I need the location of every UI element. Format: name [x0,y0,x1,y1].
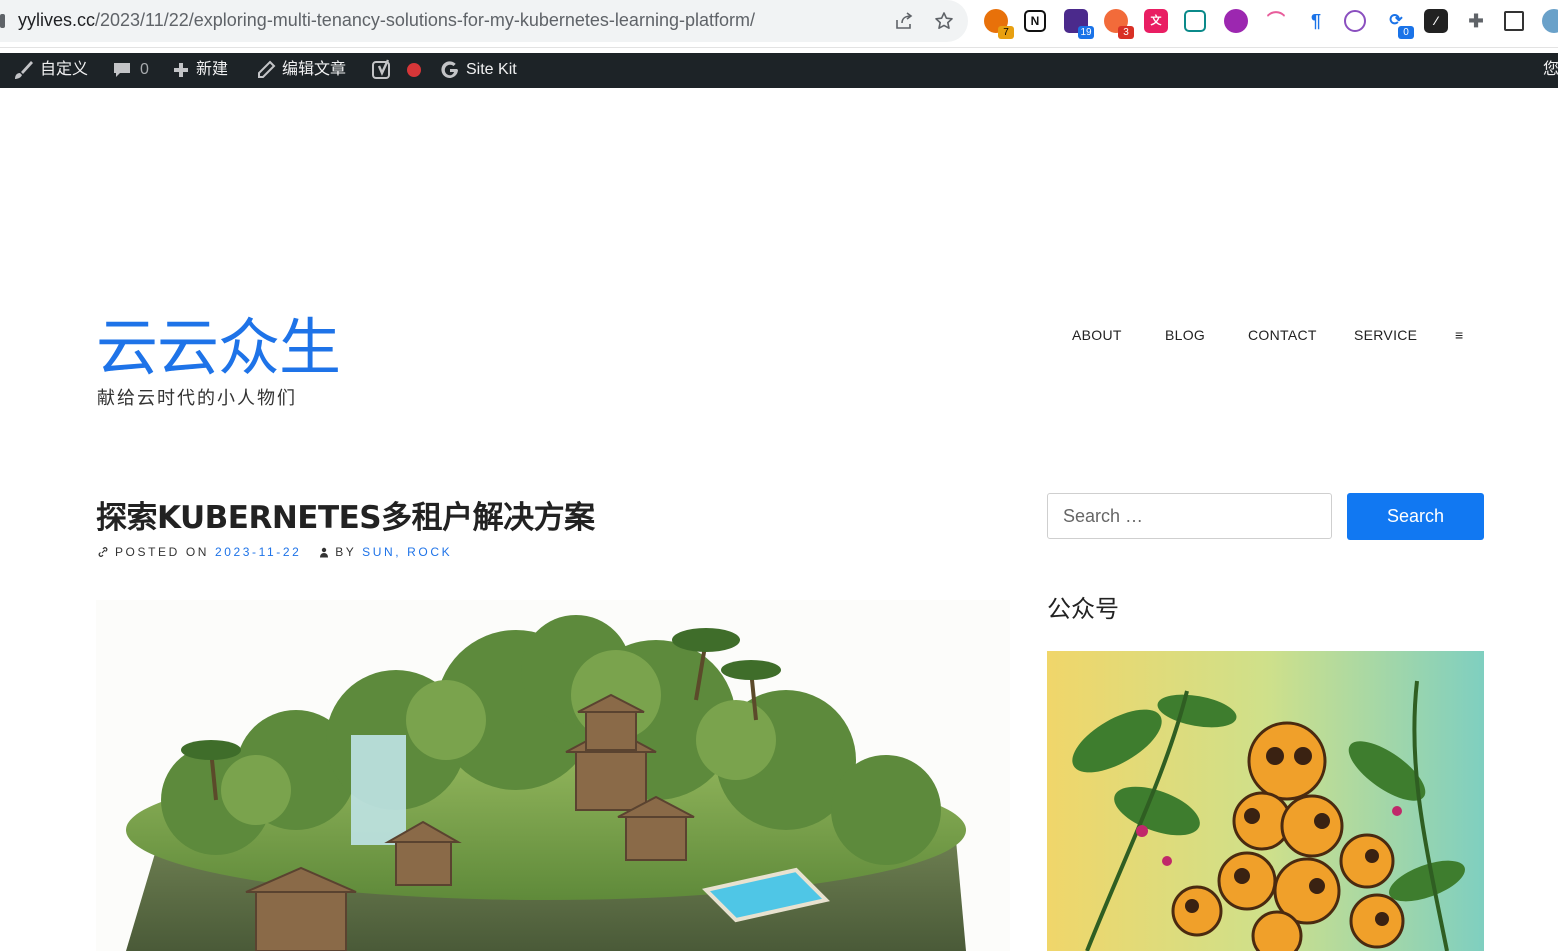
ext-teal-icon[interactable] [1184,10,1206,32]
url-text[interactable]: yylives.cc/2023/11/22/exploring-multi-te… [18,10,755,31]
yoast-icon [372,59,390,79]
profile-avatar[interactable] [1542,9,1558,33]
url-path: /2023/11/22/exploring-multi-tenancy-solu… [95,10,755,30]
comments-link[interactable]: 0 [112,53,149,88]
post-meta: POSTED ON 2023-11-22 BY SUN, ROCK [97,545,452,559]
link-icon [98,547,108,557]
wechat-qr-image [1047,651,1484,951]
ext-dark-icon[interactable]: ⁄ [1424,9,1448,33]
seo-score-indicator[interactable] [407,53,421,88]
ext-purple-icon[interactable] [1224,9,1248,33]
posted-on-label: POSTED ON [114,545,210,559]
menu-icon[interactable]: ≡ [1455,327,1463,343]
openai-icon[interactable] [1344,10,1366,32]
extensions-bar: 7 N 19 3 文 ⌒ ¶ ⟳ 0 ⁄ ✚ [978,6,1558,39]
widget-title: 公众号 [1047,595,1119,623]
ext-pink-icon[interactable]: ⌒ [1264,9,1288,33]
edit-post-label: 编辑文章 [282,61,347,79]
translate-icon[interactable]: 文 [1144,9,1168,33]
customize-link[interactable]: 自定义 [12,53,88,88]
google-g-icon [441,61,458,78]
share-icon[interactable] [894,11,914,31]
nav-item-contact[interactable]: CONTACT [1248,327,1317,343]
site-kit-label: Site Kit [466,61,517,79]
user-icon [320,547,329,558]
post-author[interactable]: SUN, ROCK [362,545,452,559]
new-content-link[interactable]: 新建 [172,53,228,88]
graduation-cap-icon[interactable]: 19 [1064,9,1094,39]
ext-orange-icon[interactable]: 3 [1104,9,1134,39]
site-tagline: 献给云时代的小人物们 [97,388,297,409]
star-icon[interactable] [934,11,954,31]
security-icon[interactable] [0,14,5,28]
site-title[interactable]: 云云众生 [96,312,341,384]
my-account-link[interactable]: 您 [1543,53,1558,88]
brush-icon [15,60,33,79]
search-button[interactable]: Search [1347,493,1484,540]
puzzle-icon[interactable]: ✚ [1464,9,1488,33]
wp-admin-bar: 自定义 0 新建 编辑文章 Site Kit 您 [0,53,1558,88]
nav-item-service[interactable]: SERVICE [1354,327,1417,343]
notion-icon[interactable]: N [1024,10,1046,32]
sync-icon[interactable]: ⟳ 0 [1384,9,1414,39]
yoast-menu[interactable] [370,53,394,88]
nav-item-about[interactable]: ABOUT [1072,327,1122,343]
address-bar[interactable]: yylives.cc/2023/11/22/exploring-multi-te… [0,0,968,42]
status-dot-icon [407,62,421,77]
ext-1-icon[interactable]: 7 [984,9,1014,39]
ext-blue-icon[interactable]: ¶ [1304,9,1328,33]
pencil-icon [258,60,276,78]
featured-image [96,600,1010,951]
url-host: yylives.cc [18,10,96,30]
greeting-text: 您 [1543,61,1558,78]
browser-toolbar: yylives.cc/2023/11/22/exploring-multi-te… [0,0,1558,47]
search-input[interactable] [1047,493,1332,539]
post-title: 探索KUBERNETES多租户解决方案 [96,500,595,536]
by-label: BY [335,545,357,559]
side-panel-icon[interactable] [1504,11,1524,31]
plus-icon [174,62,188,77]
nav-item-blog[interactable]: BLOG [1165,327,1205,343]
post-date[interactable]: 2023-11-22 [215,545,302,559]
site-kit-menu[interactable]: Site Kit [440,53,517,88]
comments-count: 0 [140,61,149,79]
comment-icon [114,62,130,77]
new-label: 新建 [196,61,229,79]
customize-label: 自定义 [40,61,89,79]
edit-post-link[interactable]: 编辑文章 [256,53,346,88]
